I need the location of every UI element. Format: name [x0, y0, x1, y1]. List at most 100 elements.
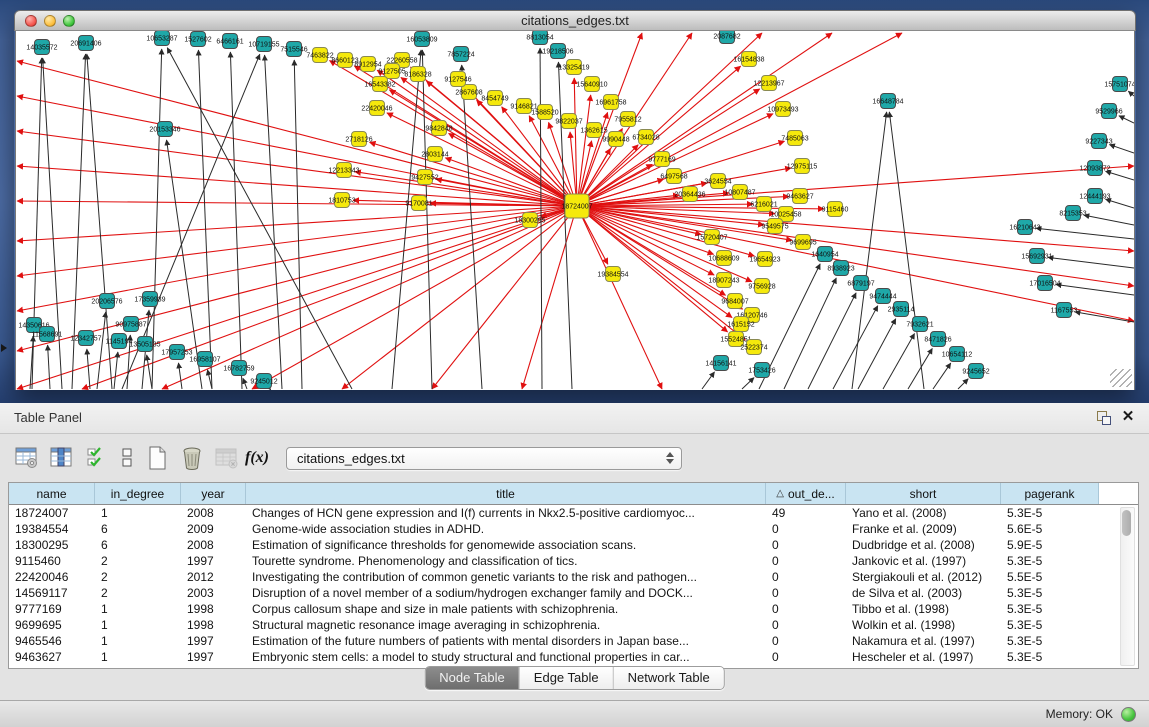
minimize-window-button[interactable] [44, 15, 56, 27]
panel-collapse-arrow-icon[interactable] [1, 344, 7, 352]
graph-node[interactable]: 19218506 [542, 44, 573, 59]
graph-node[interactable]: 7955812 [614, 112, 641, 127]
tab-node-table[interactable]: Node Table [425, 667, 519, 689]
graph-node[interactable]: 16782759 [223, 361, 254, 376]
graph-node[interactable]: 19384554 [597, 267, 628, 282]
table-row[interactable]: 1456911722003Disruption of a novel membe… [9, 585, 1138, 601]
column-header-pagerank[interactable]: pagerank [1001, 483, 1099, 504]
tab-network-table[interactable]: Network Table [613, 667, 724, 689]
table-row[interactable]: 2242004622012Investigating the contribut… [9, 569, 1138, 585]
graph-node[interactable]: 20691406 [70, 36, 101, 51]
table-row[interactable]: 946362711997Embryonic stem cells: a mode… [9, 649, 1138, 665]
table-settings-button[interactable] [12, 444, 42, 472]
graph-node[interactable]: 6216021 [750, 197, 777, 212]
graph-node[interactable]: 10688609 [708, 251, 739, 266]
column-header-short[interactable]: short [846, 483, 1001, 504]
graph-node[interactable]: 18724007 [561, 194, 592, 218]
column-header-title[interactable]: title [246, 483, 766, 504]
graph-node[interactable]: 1810753 [328, 193, 355, 208]
graph-node[interactable]: 9245652 [962, 364, 989, 379]
network-window-titlebar[interactable]: citations_edges.txt [14, 10, 1136, 31]
graph-node[interactable]: 14156141 [705, 356, 736, 371]
graph-node[interactable]: 6879197 [847, 276, 874, 291]
graph-node[interactable]: 14035572 [26, 40, 57, 55]
table-selector-dropdown[interactable]: citations_edges.txt [286, 447, 682, 470]
graph-node[interactable]: 16154838 [733, 52, 764, 67]
graph-node[interactable]: 13325419 [558, 60, 589, 75]
graph-node[interactable]: 9170081 [405, 196, 432, 211]
graph-node[interactable]: 17957253 [161, 345, 192, 360]
graph-node[interactable]: 7515546 [280, 42, 307, 57]
graph-node[interactable]: 17016504 [1029, 276, 1060, 291]
graph-node[interactable]: 10654112 [942, 347, 973, 362]
scrollbar-thumb[interactable] [1122, 510, 1131, 536]
graph-node[interactable]: 16961758 [595, 95, 626, 110]
graph-node[interactable]: 15751074 [1104, 77, 1135, 92]
column-select-button[interactable] [47, 444, 77, 472]
table-row[interactable]: 946554611997Estimation of the future num… [9, 633, 1138, 649]
graph-node[interactable]: 12444193 [1079, 189, 1110, 204]
table-row[interactable]: 1872400712008Changes of HCN gene express… [9, 505, 1138, 521]
graph-node[interactable]: 9245012 [250, 374, 277, 389]
table-row[interactable]: 977716911998Corpus callosum shape and si… [9, 601, 1138, 617]
graph-node[interactable]: 7485063 [781, 131, 808, 146]
column-header-name[interactable]: name [9, 483, 95, 504]
tab-edge-table[interactable]: Edge Table [519, 667, 613, 689]
graph-node[interactable]: 16648784 [872, 94, 903, 109]
graph-node[interactable]: 2087682 [713, 31, 740, 44]
graph-node[interactable]: 8471826 [924, 332, 951, 347]
new-table-button[interactable] [142, 444, 172, 472]
graph-node[interactable]: 9115460 [822, 202, 849, 217]
graph-node[interactable]: 8186328 [404, 67, 431, 82]
column-header-year[interactable]: year [181, 483, 246, 504]
graph-node[interactable]: 1753426 [748, 363, 775, 378]
graph-node[interactable]: 9427552 [411, 170, 438, 185]
graph-node[interactable]: 19654923 [749, 252, 780, 267]
delete-table-button[interactable] [177, 444, 207, 472]
graph-node[interactable]: 10719155 [248, 37, 279, 52]
select-rows-button[interactable] [82, 444, 112, 472]
column-header-in_degree[interactable]: in_degree [95, 483, 181, 504]
delete-column-button-disabled[interactable] [212, 444, 242, 472]
memory-status-indicator[interactable] [1121, 707, 1136, 722]
graph-node[interactable]: 7463822 [306, 48, 333, 63]
graph-node[interactable]: 9822037 [555, 114, 582, 129]
network-canvas[interactable]: 18724007 13325419 15640910 16961758 7955812 1… [15, 31, 1135, 390]
table-row[interactable]: 1938455462009Genome-wide association stu… [9, 521, 1138, 537]
graph-node[interactable]: 10807487 [724, 185, 755, 200]
row-height-button[interactable] [117, 444, 137, 472]
graph-node[interactable]: 9474444 [869, 289, 896, 304]
graph-node[interactable]: 3624554 [704, 174, 731, 189]
zoom-window-button[interactable] [63, 15, 75, 27]
graph-node[interactable]: 16210643 [1009, 220, 1040, 235]
graph-node[interactable]: 9777169 [648, 152, 675, 167]
graph-node[interactable]: 12975115 [787, 159, 818, 174]
graph-node[interactable]: 13505135 [129, 337, 160, 352]
table-row[interactable]: 1830029562008Estimation of significance … [9, 537, 1138, 553]
graph-node[interactable]: 12093872 [1079, 161, 1110, 176]
table-row[interactable]: 911546021997Tourette syndrome. Phenomeno… [9, 553, 1138, 569]
graph-node[interactable]: 20364436 [674, 187, 705, 202]
graph-node[interactable]: 9227343 [1085, 134, 1112, 149]
graph-node[interactable]: 20153346 [149, 122, 180, 137]
graph-node[interactable]: 6466161 [216, 34, 243, 49]
table-row[interactable]: 969969511998Structural magnetic resonanc… [9, 617, 1138, 633]
graph-node[interactable]: 15640910 [576, 77, 607, 92]
graph-node[interactable]: 9684007 [721, 294, 748, 309]
graph-node[interactable]: 8813054 [526, 31, 553, 45]
graph-node[interactable]: 6497568 [660, 169, 687, 184]
graph-node[interactable]: 12342757 [70, 331, 101, 346]
graph-node[interactable]: 7857224 [447, 47, 474, 62]
graph-node[interactable]: 2935114 [888, 302, 915, 317]
column-header-out_de[interactable]: △out_de... [766, 483, 846, 504]
graph-node[interactable]: 2718126 [345, 132, 372, 147]
graph-node[interactable]: 9529966 [1095, 104, 1122, 119]
graph-node[interactable]: 8215353 [1059, 206, 1086, 221]
graph-node[interactable]: 7932621 [906, 317, 933, 332]
graph-node[interactable]: 8454749 [481, 91, 508, 106]
graph-node[interactable]: 12213967 [753, 76, 784, 91]
graph-node[interactable]: 16958107 [189, 352, 220, 367]
function-builder-button[interactable]: f(x) [247, 444, 267, 472]
resize-grip[interactable] [1110, 369, 1132, 387]
graph-node[interactable]: 16053809 [406, 32, 437, 47]
